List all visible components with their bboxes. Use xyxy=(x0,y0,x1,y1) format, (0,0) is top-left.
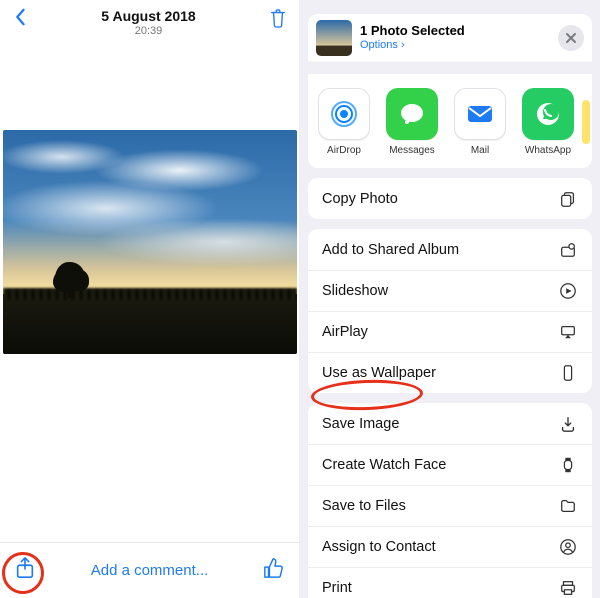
action-copy-photo[interactable]: Copy Photo xyxy=(308,178,592,219)
photo-image xyxy=(3,130,297,354)
action-label: Save Image xyxy=(322,416,399,432)
app-airdrop[interactable]: AirDrop xyxy=(310,88,378,156)
action-add-shared-album[interactable]: Add to Shared Album xyxy=(308,229,592,270)
action-slideshow[interactable]: Slideshow xyxy=(308,270,592,311)
action-label: Use as Wallpaper xyxy=(322,365,436,381)
action-assign-contact[interactable]: Assign to Contact xyxy=(308,526,592,567)
printer-icon xyxy=(558,579,578,597)
action-label: Save to Files xyxy=(322,498,406,514)
contact-icon xyxy=(558,538,578,556)
action-label: Add to Shared Album xyxy=(322,242,459,258)
app-label: AirDrop xyxy=(310,145,378,156)
share-thumbnail xyxy=(316,20,352,56)
copy-icon xyxy=(558,190,578,208)
action-save-to-files[interactable]: Save to Files xyxy=(308,485,592,526)
play-icon xyxy=(558,282,578,300)
action-label: Assign to Contact xyxy=(322,539,436,555)
share-icon[interactable] xyxy=(14,556,36,585)
share-options-link[interactable]: Options xyxy=(360,39,465,52)
photo-time: 20:39 xyxy=(101,25,195,38)
photo-date: 5 August 2018 xyxy=(101,8,195,25)
share-app-row[interactable]: AirDrop Messages Mail WhatsApp xyxy=(308,74,592,168)
action-label: Slideshow xyxy=(322,283,388,299)
phone-icon xyxy=(558,364,578,382)
photo-header: 5 August 2018 20:39 xyxy=(0,0,299,44)
share-actions: Copy Photo Add to Shared Album Slideshow… xyxy=(308,178,592,598)
trash-icon[interactable] xyxy=(269,8,287,33)
photo-date-title: 5 August 2018 20:39 xyxy=(101,8,195,38)
photo-footer: Add a comment... xyxy=(0,542,299,598)
add-comment-button[interactable]: Add a comment... xyxy=(91,562,209,579)
watch-icon xyxy=(558,456,578,474)
app-mail[interactable]: Mail xyxy=(446,88,514,156)
action-use-wallpaper[interactable]: Use as Wallpaper xyxy=(308,352,592,393)
app-messages[interactable]: Messages xyxy=(378,88,446,156)
airdrop-icon xyxy=(318,88,370,140)
share-title: 1 Photo Selected xyxy=(360,24,465,39)
whatsapp-icon xyxy=(522,88,574,140)
mail-icon xyxy=(454,88,506,140)
share-header: 1 Photo Selected Options xyxy=(308,14,592,62)
folder-icon xyxy=(558,497,578,515)
shared-album-icon xyxy=(558,241,578,259)
close-icon[interactable] xyxy=(558,25,584,51)
action-create-watch-face[interactable]: Create Watch Face xyxy=(308,444,592,485)
action-label: Print xyxy=(322,580,352,596)
share-sheet-pane: 1 Photo Selected Options AirDrop Message… xyxy=(300,0,600,598)
airplay-icon xyxy=(558,323,578,341)
back-chevron-icon[interactable] xyxy=(12,8,28,31)
more-apps-peek[interactable] xyxy=(582,100,590,144)
photo-detail-pane: 5 August 2018 20:39 Add a comment... xyxy=(0,0,300,598)
messages-icon xyxy=(386,88,438,140)
action-label: AirPlay xyxy=(322,324,368,340)
action-airplay[interactable]: AirPlay xyxy=(308,311,592,352)
like-icon[interactable] xyxy=(263,556,285,585)
app-label: Mail xyxy=(446,145,514,156)
app-whatsapp[interactable]: WhatsApp xyxy=(514,88,582,156)
photo-viewer[interactable] xyxy=(0,130,299,354)
action-save-image[interactable]: Save Image xyxy=(308,403,592,444)
app-label: Messages xyxy=(378,145,446,156)
action-print[interactable]: Print xyxy=(308,567,592,598)
action-label: Copy Photo xyxy=(322,191,398,207)
download-icon xyxy=(558,415,578,433)
app-label: WhatsApp xyxy=(514,145,582,156)
action-label: Create Watch Face xyxy=(322,457,446,473)
